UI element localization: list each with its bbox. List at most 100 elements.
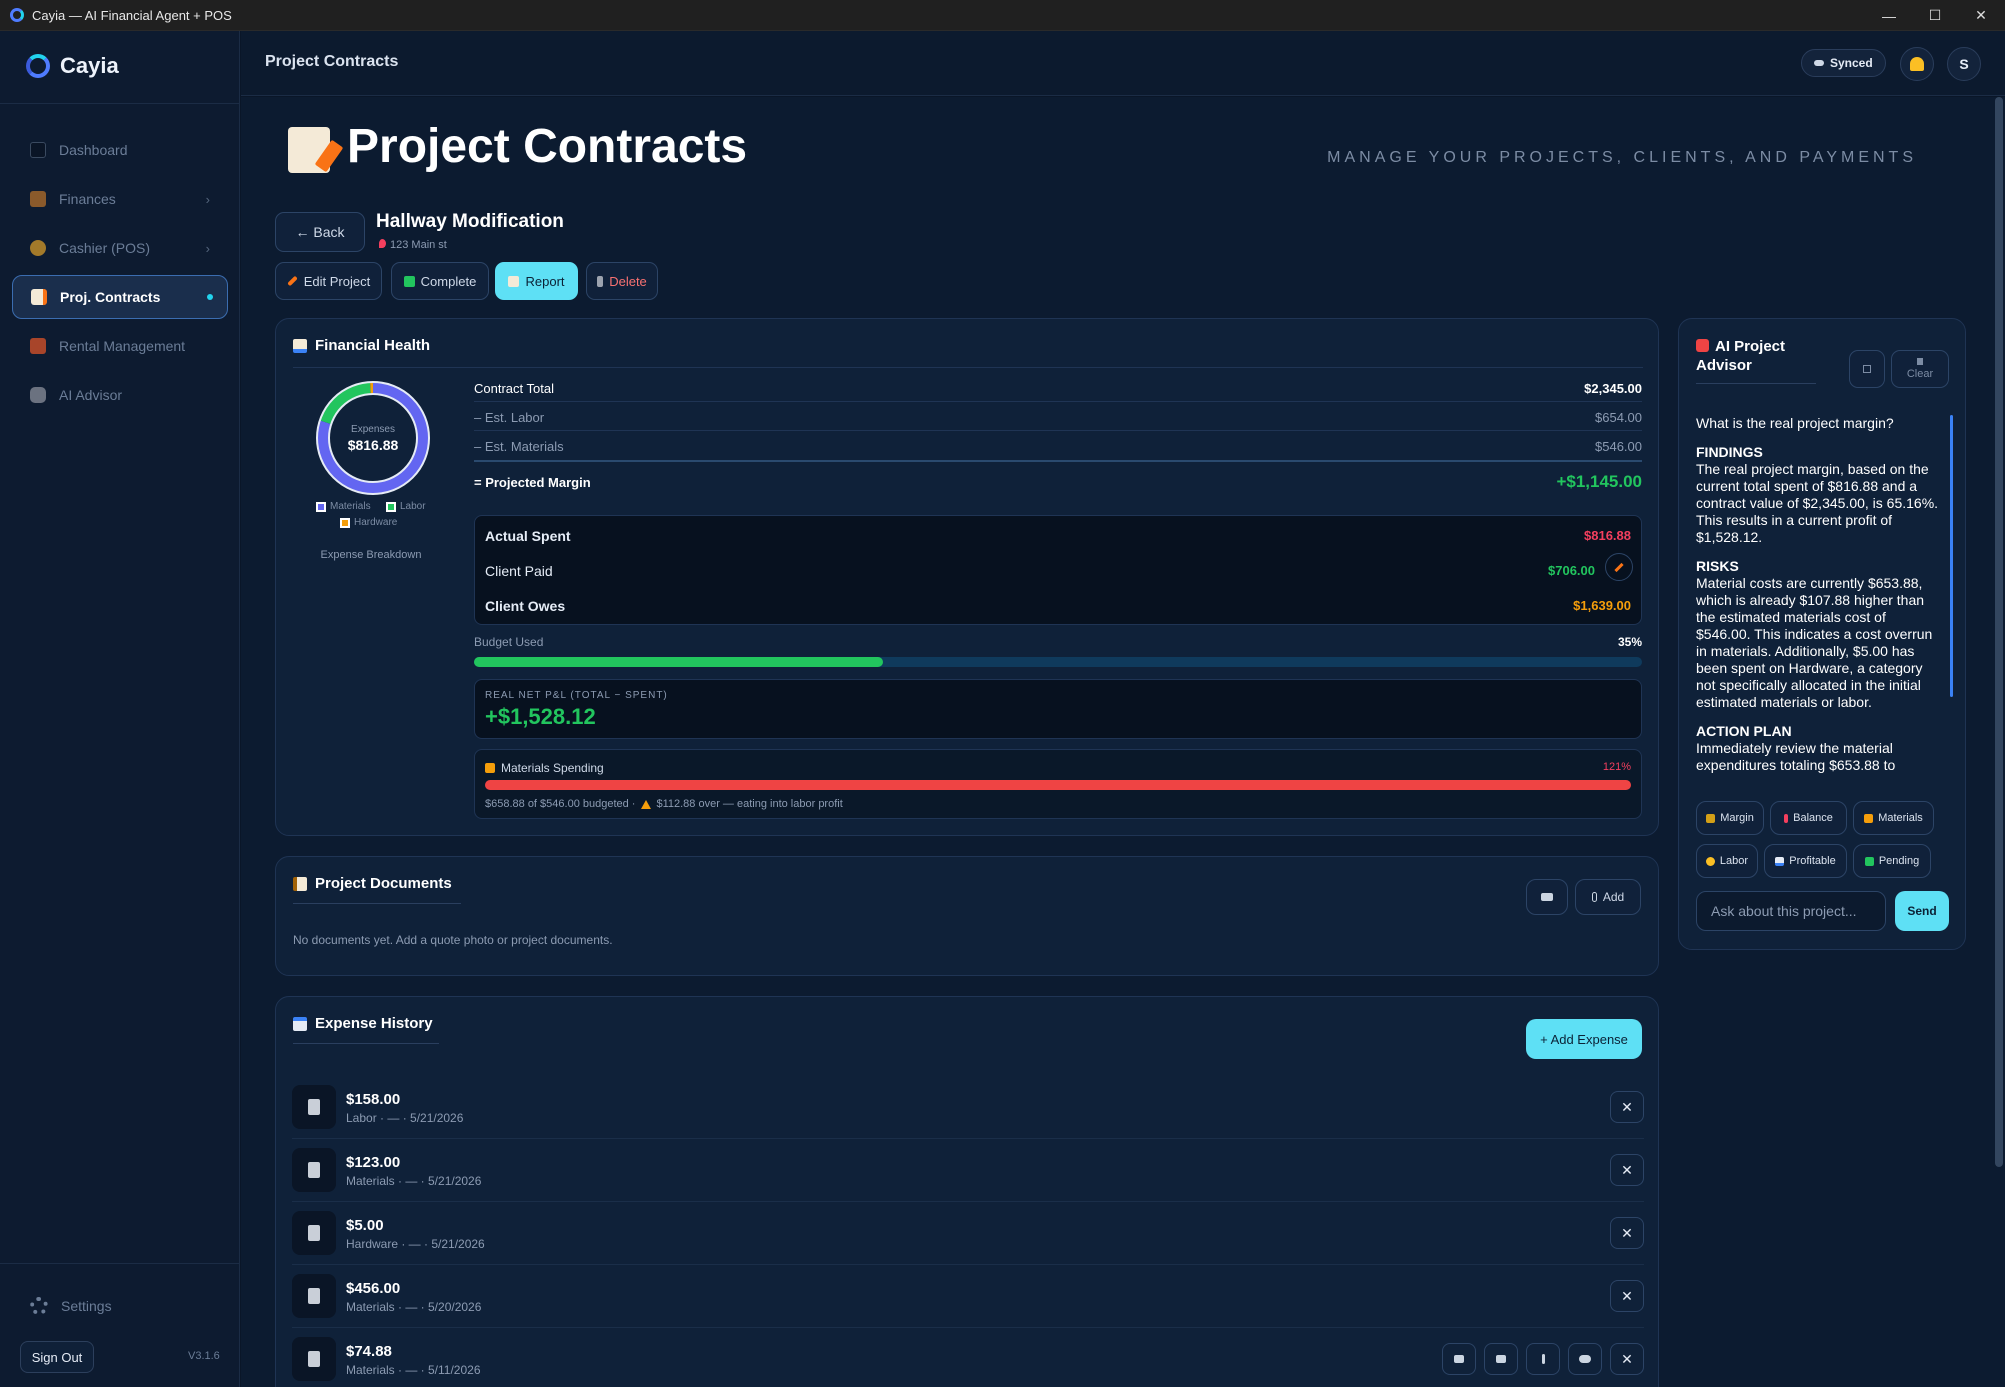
clear-label: Clear: [1906, 368, 1934, 380]
expense-amount: $158.00: [346, 1091, 401, 1108]
remove-expense-button[interactable]: ✕: [1610, 1280, 1644, 1312]
contract-total-value: $2,345.00: [1584, 381, 1642, 396]
back-button[interactable]: ← Back: [275, 212, 365, 252]
send-button[interactable]: Send: [1895, 891, 1949, 931]
complete-button[interactable]: Complete: [391, 262, 489, 300]
settings-label: Settings: [61, 1298, 112, 1314]
clear-button[interactable]: Clear: [1891, 350, 1949, 388]
est-labor-value: $654.00: [1595, 410, 1642, 425]
expense-breakdown-label: Expense Breakdown: [320, 549, 422, 561]
receipt-thumbnail[interactable]: [292, 1085, 336, 1129]
findings-text: The real project margin, based on the cu…: [1696, 461, 1939, 545]
sidebar-item-proj-contracts[interactable]: Proj. Contracts: [12, 275, 228, 319]
expense-row[interactable]: $74.88 Materials · — · 5/11/2026 ✕: [292, 1329, 1644, 1387]
legend-label: Hardware: [354, 517, 398, 528]
divider: [293, 1043, 439, 1044]
action-plan-text: Immediately review the material expendit…: [1696, 740, 1896, 773]
calculator-button[interactable]: [1442, 1343, 1476, 1375]
receipt-thumbnail[interactable]: [292, 1274, 336, 1318]
chip-materials[interactable]: Materials: [1853, 801, 1934, 835]
brand-name: Cayia: [60, 53, 119, 78]
chip-margin[interactable]: Margin: [1696, 801, 1764, 835]
expense-amount: $123.00: [346, 1154, 401, 1171]
remove-expense-button[interactable]: ✕: [1610, 1154, 1644, 1186]
delete-button[interactable]: Delete: [586, 262, 658, 300]
advisor-question-input[interactable]: Ask about this project...: [1696, 891, 1886, 931]
sidebar-item-ai-advisor[interactable]: AI Advisor: [12, 373, 228, 417]
sidebar-item-dashboard[interactable]: Dashboard: [12, 128, 228, 172]
cash-icon: [1864, 856, 1874, 866]
chip-labor[interactable]: Labor: [1696, 844, 1758, 878]
materials-note-a: $658.88 of $546.00 budgeted ·: [485, 798, 636, 810]
avatar[interactable]: S: [1947, 47, 1981, 81]
sidebar-item-label: Proj. Contracts: [60, 289, 161, 305]
calculator-icon: [1454, 1355, 1464, 1363]
chip-label: Materials: [1878, 812, 1923, 824]
donut-label: Expenses: [351, 424, 395, 435]
sign-out-button[interactable]: Sign Out: [20, 1341, 94, 1373]
chip-profitable[interactable]: Profitable: [1764, 844, 1847, 878]
expenses-title: Expense History: [315, 1015, 433, 1032]
page-title: Project Contracts: [347, 120, 748, 173]
sidebar-item-label: AI Advisor: [59, 387, 123, 403]
cloud-upload-button[interactable]: [1568, 1343, 1602, 1375]
financial-health-card: Financial Health Expenses $816.88 Materi…: [275, 318, 1659, 836]
expense-row[interactable]: $456.00 Materials · — · 5/20/2026 ✕: [292, 1266, 1644, 1328]
camera-button[interactable]: [1526, 879, 1568, 915]
edit-project-button[interactable]: Edit Project: [275, 262, 382, 300]
cloud-icon: [1814, 60, 1824, 66]
documents-empty-text: No documents yet. Add a quote photo or p…: [293, 933, 613, 947]
advisor-scrollbar[interactable]: [1950, 415, 1953, 697]
brand[interactable]: Cayia: [26, 53, 119, 79]
donut-value: $816.88: [347, 437, 399, 453]
copy-button[interactable]: [1849, 350, 1885, 388]
receipt-icon: [308, 1225, 320, 1241]
receipt-thumbnail[interactable]: [292, 1211, 336, 1255]
chip-pending[interactable]: Pending: [1853, 844, 1931, 878]
materials-spending-header: Materials Spending: [485, 761, 604, 775]
maximize-button[interactable]: ☐: [1912, 0, 1958, 31]
download-button[interactable]: [1526, 1343, 1560, 1375]
expense-row[interactable]: $158.00 Labor · — · 5/21/2026 ✕: [292, 1077, 1644, 1139]
sidebar-item-label: Rental Management: [59, 338, 186, 354]
add-document-button[interactable]: Add: [1575, 879, 1641, 915]
expense-row[interactable]: $123.00 Materials · — · 5/21/2026 ✕: [292, 1140, 1644, 1202]
receipt-icon: [308, 1099, 320, 1115]
add-expense-button[interactable]: + Add Expense: [1526, 1019, 1642, 1059]
actual-spent-value: $816.88: [1584, 528, 1631, 543]
money-bag-icon: [1706, 813, 1716, 823]
minimize-button[interactable]: —: [1866, 0, 1912, 31]
budget-used-label: Budget Used: [474, 635, 544, 649]
expense-amount: $5.00: [346, 1217, 384, 1234]
sidebar-item-rental-management[interactable]: Rental Management: [12, 324, 228, 368]
materials-spending-box: Materials Spending 121% $658.88 of $546.…: [474, 749, 1642, 819]
remove-expense-button[interactable]: ✕: [1610, 1091, 1644, 1123]
settings-link[interactable]: Settings: [30, 1297, 112, 1315]
receipt-thumbnail[interactable]: [292, 1148, 336, 1192]
project-documents-card: Project Documents Add No documents yet. …: [275, 856, 1659, 976]
client-paid-row: Client Paid $706.00: [485, 563, 1595, 579]
remove-expense-button[interactable]: ✕: [1610, 1343, 1644, 1375]
edit-client-paid-button[interactable]: [1605, 553, 1633, 581]
close-window-button[interactable]: ✕: [1958, 0, 2004, 31]
scan-button[interactable]: [1484, 1343, 1518, 1375]
remove-expense-button[interactable]: ✕: [1610, 1217, 1644, 1249]
sidebar-item-finances[interactable]: Finances ›: [12, 177, 228, 221]
box-icon: [1864, 813, 1874, 823]
complete-label: Complete: [420, 273, 477, 289]
expense-amount: $456.00: [346, 1280, 401, 1297]
notifications-button[interactable]: [1900, 47, 1934, 81]
main-scrollbar[interactable]: [1995, 97, 2003, 1167]
report-button[interactable]: Report: [495, 262, 578, 300]
chip-balance[interactable]: Balance: [1770, 801, 1847, 835]
document-icon: [508, 275, 520, 287]
sync-status-badge[interactable]: Synced: [1801, 49, 1886, 77]
advisor-response: What is the real project margin? FINDING…: [1696, 415, 1944, 793]
contract-total-row: Contract Total $2,345.00: [474, 381, 1642, 396]
expense-row[interactable]: $5.00 Hardware · — · 5/21/2026 ✕: [292, 1203, 1644, 1265]
receipt-thumbnail[interactable]: [292, 1337, 336, 1381]
sidebar-item-cashier[interactable]: Cashier (POS) ›: [12, 226, 228, 270]
main-content: Project Contracts MANAGE YOUR PROJECTS, …: [241, 97, 2005, 1387]
expense-history-card: Expense History + Add Expense $158.00 La…: [275, 996, 1659, 1387]
active-indicator: [207, 294, 213, 300]
